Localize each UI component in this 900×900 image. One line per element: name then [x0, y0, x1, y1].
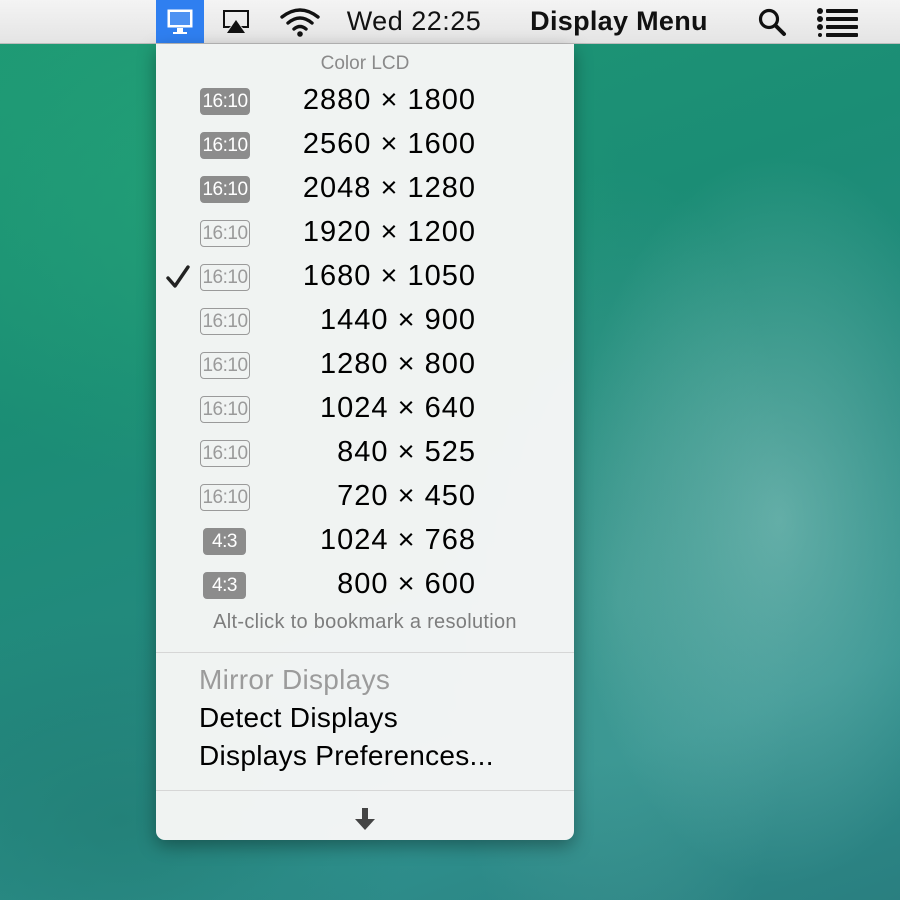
aspect-ratio-badge: 16:10	[200, 264, 250, 291]
aspect-ratio-badge: 16:10	[200, 440, 250, 467]
displays-preferences-item[interactable]: Displays Preferences...	[199, 740, 494, 772]
spotlight-button[interactable]	[752, 0, 792, 43]
resolution-label: 2048 × 1280	[302, 172, 476, 204]
resolution-label: 800 × 600	[337, 568, 476, 600]
resolution-item[interactable]: 16:10 2048 × 1280	[156, 168, 574, 212]
resolution-label: 1280 × 800	[320, 348, 476, 380]
resolution-item[interactable]: 16:10 1680 × 1050	[156, 256, 574, 300]
resolution-label: 1920 × 1200	[302, 216, 476, 248]
display-menu-extra[interactable]	[156, 0, 204, 43]
display-icon	[167, 9, 193, 34]
display-dropdown-menu: Color LCD 16:10 2880 × 1800 16:10 2560 × 16…	[156, 44, 574, 840]
resolution-item[interactable]: 16:10 1440 × 900	[156, 300, 574, 344]
detect-displays-item[interactable]: Detect Displays	[199, 702, 398, 734]
notification-center-button[interactable]	[812, 0, 864, 43]
aspect-ratio-badge: 4:3	[203, 572, 246, 599]
resolution-label: 1680 × 1050	[302, 260, 476, 292]
aspect-ratio-badge: 16:10	[200, 220, 250, 247]
resolution-label: 720 × 450	[337, 480, 476, 512]
app-name[interactable]: Display Menu	[512, 0, 726, 43]
resolution-label: 2560 × 1600	[302, 128, 476, 160]
display-name-header: Color LCD	[320, 53, 410, 74]
resolution-item[interactable]: 4:3 800 × 600	[156, 564, 574, 608]
resolution-item[interactable]: 16:10 1280 × 800	[156, 344, 574, 388]
aspect-ratio-badge: 16:10	[200, 176, 250, 203]
resolution-label: 840 × 525	[337, 436, 476, 468]
resolution-item[interactable]: 16:10 1024 × 640	[156, 388, 574, 432]
mirror-displays-item: Mirror Displays	[199, 664, 391, 695]
checkmark-icon	[166, 265, 190, 288]
spotlight-search-icon	[758, 8, 786, 36]
menu-bar: Wed 22:25 Display Menu	[0, 0, 900, 44]
aspect-ratio-badge: 16:10	[200, 132, 250, 159]
resolution-label: 2880 × 1800	[302, 84, 476, 116]
menu-separator	[156, 790, 574, 791]
airplay-menu-extra[interactable]	[212, 0, 260, 43]
aspect-ratio-badge: 16:10	[200, 352, 250, 379]
aspect-ratio-badge: 16:10	[200, 88, 250, 115]
resolution-item[interactable]: 16:10 720 × 450	[156, 476, 574, 520]
airplay-icon	[223, 9, 249, 33]
resolution-item[interactable]: 16:10 2880 × 1800	[156, 80, 574, 124]
resolution-item[interactable]: 16:10 2560 × 1600	[156, 124, 574, 168]
aspect-ratio-badge: 16:10	[200, 308, 250, 335]
notification-center-icon	[817, 7, 858, 37]
bookmark-hint: Alt-click to bookmark a resolution	[213, 611, 517, 633]
down-arrow-icon[interactable]	[352, 806, 378, 832]
aspect-ratio-badge: 16:10	[200, 484, 250, 511]
resolution-label: 1440 × 900	[320, 304, 476, 336]
resolution-item[interactable]: 4:3 1024 × 768	[156, 520, 574, 564]
aspect-ratio-badge: 16:10	[200, 396, 250, 423]
wifi-icon	[280, 7, 320, 37]
aspect-ratio-badge: 4:3	[203, 528, 246, 555]
resolution-label: 1024 × 768	[320, 524, 476, 556]
resolution-label: 1024 × 640	[320, 392, 476, 424]
wifi-menu-extra[interactable]	[276, 0, 324, 43]
resolution-item[interactable]: 16:10 840 × 525	[156, 432, 574, 476]
menu-separator	[156, 652, 574, 653]
resolution-item[interactable]: 16:10 1920 × 1200	[156, 212, 574, 256]
menubar-clock[interactable]: Wed 22:25	[338, 0, 490, 43]
